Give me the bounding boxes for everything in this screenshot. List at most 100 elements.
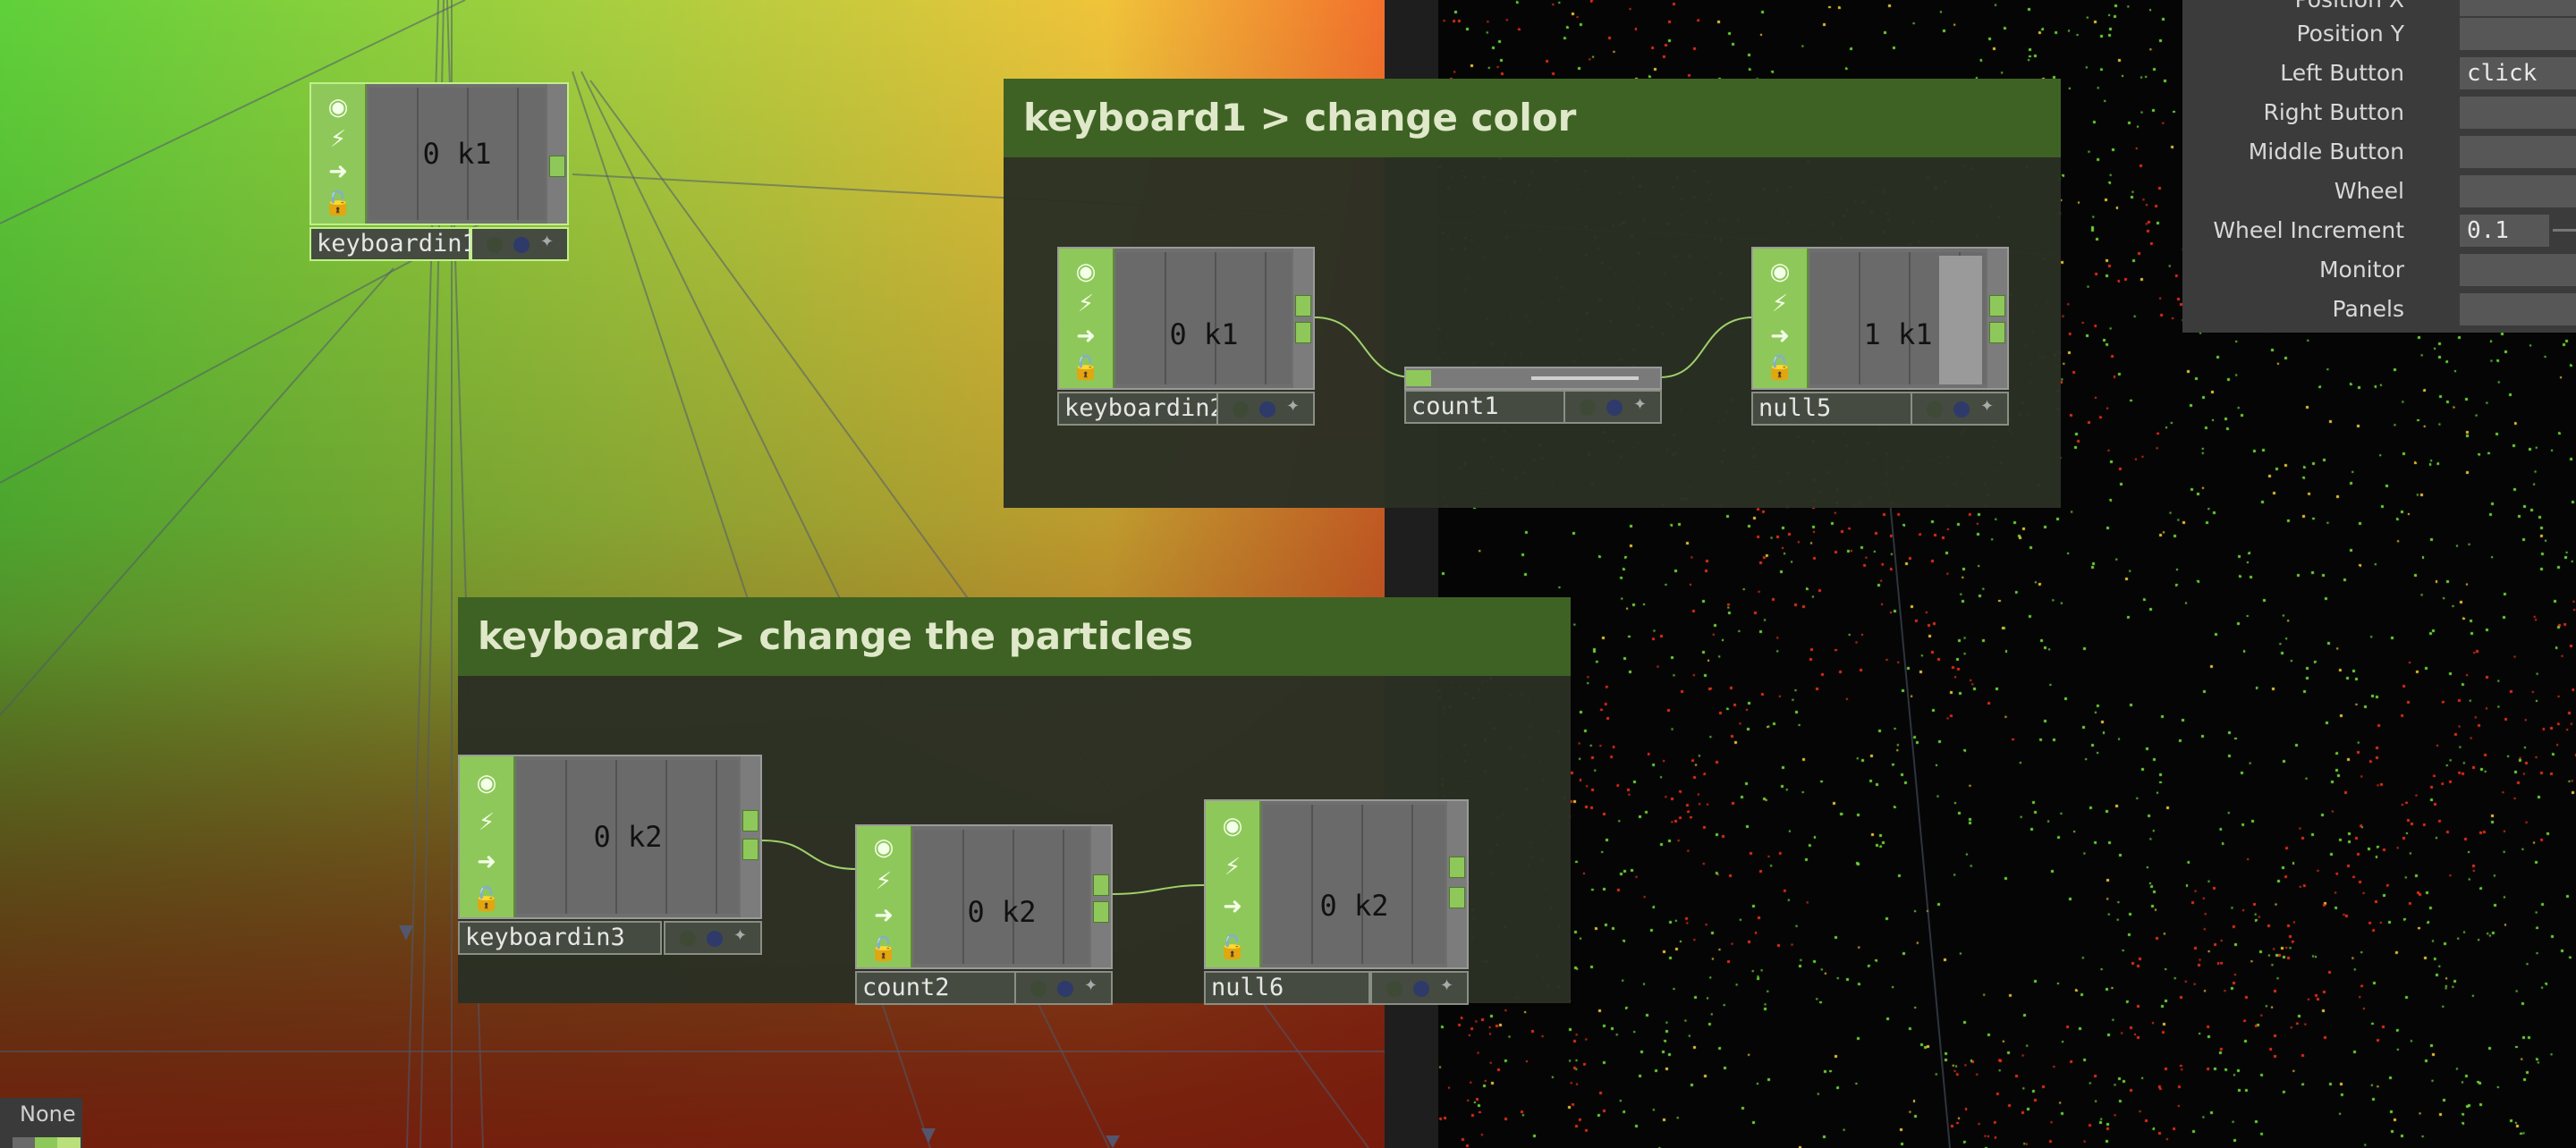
- bypass-dot[interactable]: [1030, 981, 1046, 997]
- operator-count1[interactable]: count1 ✦: [1404, 367, 1662, 424]
- output-port[interactable]: [1989, 322, 2005, 343]
- node-value: 0 k2: [967, 895, 1037, 929]
- display-dot[interactable]: [1413, 981, 1429, 997]
- output-port[interactable]: [1093, 874, 1109, 896]
- expand-icon[interactable]: ✦: [540, 232, 556, 251]
- operator-keyboardin3[interactable]: ◉ ⚡ ➜ 🔓 0 k2 keyboardin3 ✦: [458, 755, 762, 955]
- param-field[interactable]: [2460, 136, 2576, 168]
- node-flags[interactable]: ✦: [1911, 392, 2009, 426]
- color-selector[interactable]: None: [0, 1098, 82, 1148]
- comment-title[interactable]: keyboard1 > change color: [1004, 79, 2061, 157]
- bypass-dot[interactable]: [1927, 401, 1943, 418]
- param-field[interactable]: [2460, 97, 2576, 129]
- expand-icon[interactable]: ✦: [1084, 976, 1100, 995]
- node-body[interactable]: ◉ ⚡ ➜ 🔓 0 k2: [458, 755, 762, 919]
- color-swatch-strip[interactable]: [13, 1137, 80, 1148]
- bypass-dot[interactable]: [487, 237, 503, 253]
- lock-icon[interactable]: 🔓: [470, 883, 503, 916]
- output-port[interactable]: [549, 156, 565, 177]
- node-body[interactable]: [1404, 367, 1662, 390]
- cook-icon[interactable]: ⚡: [1764, 288, 1796, 320]
- output-port[interactable]: [1449, 857, 1465, 878]
- display-dot[interactable]: [1606, 400, 1623, 416]
- operator-null5[interactable]: ◉ ⚡ ➜ 🔓 1 k1 null5 ✦: [1751, 247, 2009, 426]
- param-field[interactable]: 0.1: [2460, 215, 2549, 247]
- node-name[interactable]: keyboardin2: [1057, 392, 1224, 426]
- display-dot[interactable]: [707, 931, 723, 947]
- viewer-icon[interactable]: ◉: [1764, 256, 1796, 288]
- arrow-right-icon[interactable]: ➜: [470, 846, 503, 878]
- output-port[interactable]: [1989, 295, 2005, 317]
- viewer-icon[interactable]: ◉: [322, 91, 354, 123]
- param-field[interactable]: [2460, 293, 2576, 325]
- cook-icon[interactable]: ⚡: [1216, 851, 1249, 883]
- node-name[interactable]: count1: [1404, 390, 1565, 424]
- expand-icon[interactable]: ✦: [733, 926, 750, 945]
- output-port[interactable]: [742, 810, 758, 831]
- node-flags[interactable]: ✦: [1563, 390, 1662, 424]
- output-ports: [1091, 826, 1111, 967]
- operator-keyboardin1[interactable]: ◉ ⚡ ➜ 🔓 0 k1 keyboardin1 ✦: [309, 82, 569, 261]
- operator-null6[interactable]: ◉ ⚡ ➜ 🔓 0 k2 null6 ✦: [1204, 799, 1469, 1005]
- param-slider[interactable]: [2553, 229, 2576, 232]
- comment-title[interactable]: keyboard2 > change the particles: [458, 597, 1571, 676]
- display-dot[interactable]: [1259, 401, 1275, 418]
- bypass-dot[interactable]: [1233, 401, 1249, 418]
- param-field[interactable]: click: [2460, 57, 2576, 89]
- cook-icon[interactable]: ⚡: [1070, 288, 1102, 320]
- node-body[interactable]: ◉ ⚡ ➜ 🔓 0 k1: [309, 82, 569, 225]
- output-port[interactable]: [742, 839, 758, 860]
- output-port[interactable]: [1295, 322, 1311, 343]
- expand-icon[interactable]: ✦: [1980, 397, 1996, 416]
- viewer-icon[interactable]: ◉: [1070, 256, 1102, 288]
- expand-icon[interactable]: ✦: [1286, 397, 1302, 416]
- node-name[interactable]: count2: [855, 971, 1016, 1005]
- display-dot[interactable]: [1953, 401, 1970, 418]
- node-name[interactable]: null5: [1751, 392, 1912, 426]
- cook-icon[interactable]: ⚡: [470, 806, 503, 839]
- arrow-right-icon[interactable]: ➜: [1070, 320, 1102, 352]
- node-name[interactable]: keyboardin1: [309, 227, 477, 261]
- operator-count2[interactable]: ◉ ⚡ ➜ 🔓 0 k2 count2 ✦: [855, 824, 1113, 1005]
- arrow-right-icon[interactable]: ➜: [868, 899, 900, 932]
- node-body[interactable]: ◉ ⚡ ➜ 🔓 1 k1: [1751, 247, 2009, 390]
- viewer-icon[interactable]: ◉: [868, 831, 900, 864]
- param-field[interactable]: [2460, 175, 2576, 207]
- param-field[interactable]: [2460, 254, 2576, 286]
- node-name[interactable]: keyboardin3: [458, 921, 662, 955]
- output-port[interactable]: [1295, 295, 1311, 317]
- lock-icon[interactable]: 🔓: [868, 933, 900, 966]
- lock-icon[interactable]: 🔓: [1216, 932, 1249, 964]
- node-body[interactable]: ◉ ⚡ ➜ 🔓 0 k1: [1057, 247, 1315, 390]
- bypass-dot[interactable]: [680, 931, 696, 947]
- viewer-icon[interactable]: ◉: [470, 767, 503, 799]
- node-body[interactable]: ◉ ⚡ ➜ 🔓 0 k2: [1204, 799, 1469, 969]
- cook-icon[interactable]: ⚡: [322, 123, 354, 156]
- node-flag-strip: ◉ ⚡ ➜ 🔓: [857, 826, 912, 967]
- param-field[interactable]: [2460, 18, 2576, 50]
- node-flags[interactable]: ✦: [664, 921, 762, 955]
- lock-icon[interactable]: 🔓: [322, 188, 354, 220]
- arrow-right-icon[interactable]: ➜: [1764, 320, 1796, 352]
- bypass-dot[interactable]: [1580, 400, 1596, 416]
- output-port[interactable]: [1093, 901, 1109, 923]
- node-flags[interactable]: ✦: [1014, 971, 1113, 1005]
- operator-keyboardin2[interactable]: ◉ ⚡ ➜ 🔓 0 k1 keyboardin2 ✦: [1057, 247, 1315, 426]
- lock-icon[interactable]: 🔓: [1070, 352, 1102, 384]
- viewer-icon[interactable]: ◉: [1216, 810, 1249, 842]
- node-flags[interactable]: ✦: [470, 227, 569, 261]
- cook-icon[interactable]: ⚡: [868, 865, 900, 898]
- arrow-right-icon[interactable]: ➜: [322, 156, 354, 188]
- display-dot[interactable]: [513, 237, 530, 253]
- output-port[interactable]: [1449, 887, 1465, 908]
- lock-icon[interactable]: 🔓: [1764, 352, 1796, 384]
- node-flags[interactable]: ✦: [1216, 392, 1315, 426]
- expand-icon[interactable]: ✦: [1633, 395, 1649, 414]
- node-flags[interactable]: ✦: [1370, 971, 1469, 1005]
- arrow-right-icon[interactable]: ➜: [1216, 891, 1249, 923]
- node-body[interactable]: ◉ ⚡ ➜ 🔓 0 k2: [855, 824, 1113, 969]
- node-name[interactable]: null6: [1204, 971, 1370, 1005]
- expand-icon[interactable]: ✦: [1440, 976, 1456, 995]
- display-dot[interactable]: [1057, 981, 1073, 997]
- bypass-dot[interactable]: [1386, 981, 1402, 997]
